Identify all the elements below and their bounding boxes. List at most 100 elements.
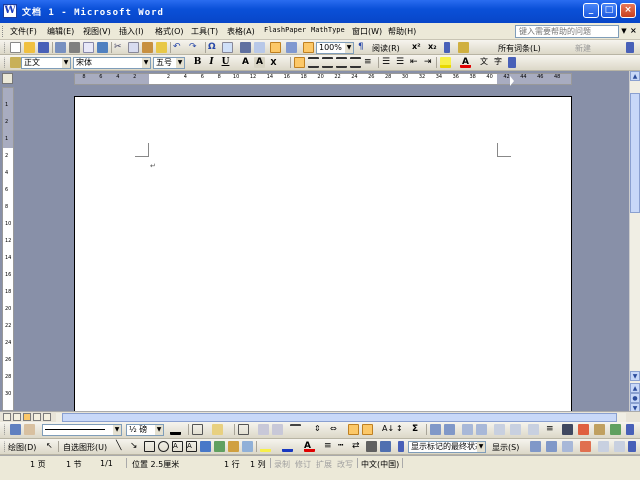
document-close-button[interactable]: × [630, 26, 637, 35]
tb2-options-icon[interactable] [398, 441, 404, 452]
new-comment-icon[interactable] [494, 424, 505, 435]
toolbar-options-icon[interactable] [444, 42, 450, 53]
superscript-icon[interactable]: x² [412, 42, 423, 53]
pilcrow-active-icon[interactable] [303, 42, 314, 53]
vertical-textbox-icon[interactable]: A [186, 441, 197, 452]
line-color-icon[interactable] [282, 441, 293, 452]
diagram-icon[interactable] [214, 441, 225, 452]
font-dropdown-icon[interactable]: ▼ [142, 58, 150, 68]
menu-format[interactable]: 格式(O) [155, 26, 184, 37]
fmt-grip[interactable] [4, 57, 8, 68]
status-overtype[interactable]: 改写 [337, 459, 353, 470]
reviewing-pane-icon[interactable] [562, 424, 573, 435]
markup-dropdown-icon[interactable]: ▼ [477, 442, 485, 452]
horizontal-scroll-thumb[interactable] [62, 413, 617, 422]
text-direction-icon[interactable]: A↓ [382, 424, 394, 435]
font-color-icon[interactable]: A [460, 57, 471, 68]
web-view-icon[interactable] [13, 413, 21, 421]
autoformat-active-icon[interactable] [348, 424, 359, 435]
accept-change-icon[interactable] [462, 424, 473, 435]
reject-icon[interactable] [580, 441, 591, 452]
fill-color-icon[interactable] [260, 441, 271, 452]
tb2-more-icon[interactable] [628, 441, 636, 452]
reading-view-icon[interactable] [43, 413, 51, 421]
status-extend[interactable]: 扩展 [316, 459, 332, 470]
subscript-icon[interactable]: x₂ [428, 42, 439, 53]
toolbar-more-icon[interactable] [626, 42, 634, 53]
redo-icon[interactable]: ↷ [189, 42, 200, 53]
menu-window[interactable]: 窗口(W) [352, 26, 382, 37]
increase-indent-icon[interactable]: ⇥ [424, 57, 435, 68]
autofit-active-icon[interactable] [362, 424, 373, 435]
align-right-button[interactable] [322, 57, 333, 68]
maximize-button[interactable]: □ [601, 3, 617, 18]
copy-icon[interactable] [128, 42, 139, 53]
numbering-icon[interactable]: ☰ [382, 57, 393, 68]
track-changes-icon[interactable] [528, 424, 539, 435]
horizontal-ruler[interactable]: 8 6 4 2 2 4 6 8 10 12 14 16 18 20 22 24 26 28 30 32 34 36 38 40… [74, 73, 572, 85]
sort-icon[interactable]: ↕ [396, 424, 407, 435]
minimize-button[interactable]: _ [583, 3, 599, 18]
border-outside-icon[interactable] [192, 424, 203, 435]
size-dropdown-icon[interactable]: ▼ [176, 58, 184, 68]
phonetic-guide-icon[interactable]: 文 [480, 57, 491, 68]
underline-button[interactable]: U [220, 57, 231, 68]
shading-color-icon[interactable] [212, 424, 223, 435]
word-app-icon[interactable]: W [3, 4, 17, 18]
research-icon[interactable] [458, 42, 469, 53]
prev-page-icon[interactable]: ▲ [630, 383, 640, 393]
cut-icon[interactable]: ✂ [114, 42, 125, 53]
paragraph-icon[interactable]: ¶ [358, 42, 369, 53]
distribute-cols-icon[interactable]: ⇔ [330, 424, 341, 435]
review-next-icon[interactable] [444, 424, 455, 435]
horizontal-scrollbar[interactable] [56, 413, 626, 422]
align-left-button[interactable] [294, 57, 305, 68]
menu-tools[interactable]: 工具(T) [191, 26, 218, 37]
undo-icon[interactable]: ↶ [173, 42, 184, 53]
align-center-button[interactable] [308, 57, 319, 68]
styles-pane-icon[interactable] [10, 57, 21, 68]
menu-table[interactable]: 表格(A) [227, 26, 255, 37]
spelling-icon[interactable] [97, 42, 108, 53]
document-map-icon[interactable] [270, 42, 281, 53]
distribute-rows-icon[interactable]: ⇕ [314, 424, 325, 435]
status-record[interactable]: 录制 [274, 459, 290, 470]
arrow-style-icon[interactable]: ⇄ [352, 441, 363, 452]
save-disk-icon[interactable] [38, 42, 49, 53]
highlight-icon[interactable] [440, 57, 451, 68]
insert-comment-icon[interactable] [598, 441, 609, 452]
vertical-scrollbar[interactable]: ▲ ▼ ▲ ● ▼ [629, 71, 640, 413]
enclose-char-icon[interactable]: 字 [494, 57, 505, 68]
markup-display-select[interactable]: 显示标记的最终状态 ▼ [408, 441, 486, 453]
bold-button[interactable]: B [192, 57, 203, 68]
scroll-down-icon[interactable]: ▼ [630, 371, 640, 381]
print-layout-view-icon[interactable] [23, 413, 31, 421]
menu-mathtype[interactable]: MathType [311, 26, 345, 34]
pen-icon[interactable] [610, 424, 621, 435]
align-top-icon[interactable] [290, 424, 301, 435]
menu-view[interactable]: 视图(V) [83, 26, 111, 37]
ink-icon[interactable] [594, 424, 605, 435]
scroll-thumb[interactable] [630, 93, 640, 213]
autoshapes-menu-button[interactable]: 自选图形(U) [63, 442, 107, 453]
new-comment-button[interactable]: 新建 [575, 43, 591, 54]
close-reviewing-icon[interactable] [578, 424, 589, 435]
menu-grip[interactable] [2, 26, 5, 37]
autosum-icon[interactable]: Σ [412, 424, 423, 435]
decrease-indent-icon[interactable]: ⇤ [410, 57, 421, 68]
line-style-icon[interactable]: ≡ [324, 441, 335, 452]
delete-comment-icon[interactable] [510, 424, 521, 435]
format-painter-icon[interactable] [156, 42, 167, 53]
track-icon[interactable] [614, 441, 625, 452]
insert-table-icon[interactable] [222, 42, 233, 53]
select-objects-icon[interactable]: ↖ [46, 441, 57, 452]
reject-change-icon[interactable] [476, 424, 487, 435]
zoom-dropdown-icon[interactable]: ▼ [345, 43, 353, 53]
line-spacing-icon[interactable]: ≡ [364, 57, 375, 68]
eraser-icon[interactable] [24, 424, 35, 435]
vertical-ruler[interactable]: 1 2 1 2 4 6 8 10 12 14 16 18 20 22 24 26 28 30 [2, 87, 14, 411]
menu-edit[interactable]: 编辑(E) [47, 26, 74, 37]
close-button[interactable]: × [620, 3, 636, 18]
columns-icon[interactable] [240, 42, 251, 53]
paste-icon[interactable] [142, 42, 153, 53]
